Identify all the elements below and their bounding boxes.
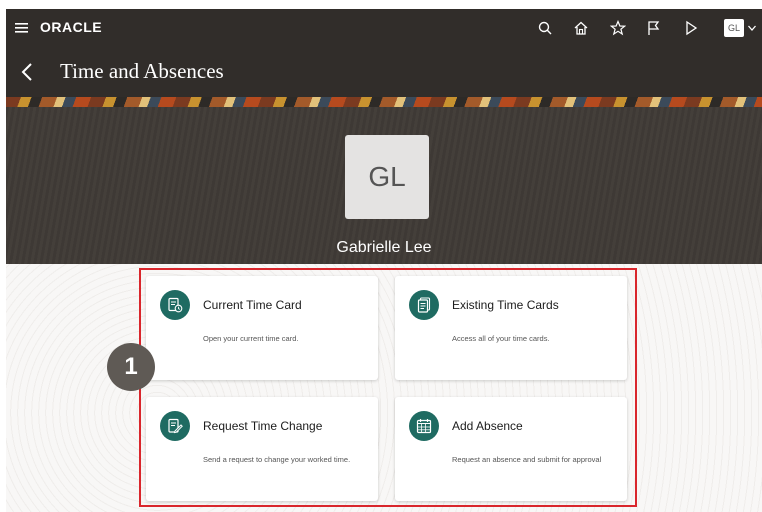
document-edit-icon (160, 411, 190, 441)
card-title: Current Time Card (203, 298, 302, 312)
add-absence-tile[interactable]: Add Absence Request an absence and submi… (395, 397, 627, 501)
card-description: Open your current time card. (203, 334, 299, 343)
page-title: Time and Absences (60, 59, 224, 83)
home-icon[interactable] (573, 20, 589, 36)
page-header: Time and Absences (6, 47, 762, 97)
existing-time-cards-tile[interactable]: Existing Time Cards Access all of your t… (395, 276, 627, 380)
card-description: Send a request to change your worked tim… (203, 455, 351, 464)
play-icon[interactable] (683, 20, 699, 36)
time-card-clock-icon (160, 290, 190, 320)
chevron-down-icon[interactable] (747, 23, 757, 33)
calendar-icon (409, 411, 439, 441)
global-header: ORACLE GL (6, 9, 762, 47)
request-time-change-tile[interactable]: Request Time Change Send a request to ch… (146, 397, 378, 501)
card-description: Request an absence and submit for approv… (452, 455, 602, 464)
time-cards-stack-icon (409, 290, 439, 320)
profile-avatar: GL (345, 135, 429, 219)
content-area: Current Time Card Open your current time… (6, 264, 762, 512)
decorative-banner (6, 97, 762, 107)
callout-number-badge: 1 (107, 343, 155, 391)
favorites-star-icon[interactable] (610, 20, 626, 36)
oracle-logo[interactable]: ORACLE (40, 19, 102, 35)
back-arrow-icon[interactable] (20, 62, 34, 82)
app-frame: ORACLE GL Time and Absences GL Gabrielle… (6, 9, 762, 512)
flag-icon[interactable] (646, 20, 662, 36)
profile-name: Gabrielle Lee (336, 239, 432, 256)
profile-hero: GL Gabrielle Lee (6, 107, 762, 264)
card-description: Access all of your time cards. (452, 334, 550, 343)
user-avatar-small[interactable]: GL (724, 19, 744, 37)
card-title: Add Absence (452, 419, 523, 433)
menu-icon[interactable] (14, 20, 30, 36)
card-title: Existing Time Cards (452, 298, 559, 312)
current-time-card-tile[interactable]: Current Time Card Open your current time… (146, 276, 378, 380)
card-title: Request Time Change (203, 419, 323, 433)
search-icon[interactable] (537, 20, 553, 36)
